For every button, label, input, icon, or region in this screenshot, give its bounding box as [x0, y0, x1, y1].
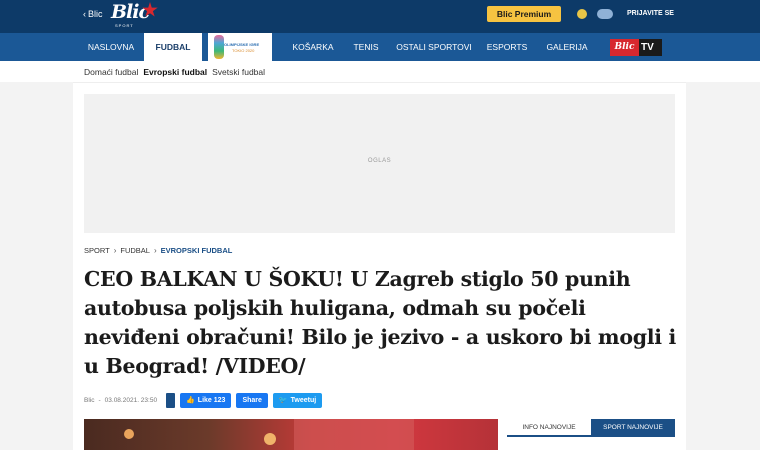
breadcrumb-evropski-fudbal[interactable]: EVROPSKI FUDBAL	[161, 246, 233, 255]
subnav-item-evropski[interactable]: Evropski fudbal	[143, 67, 207, 77]
article-meta: Blic - 03.08.2021. 23:50 👍 Like 123 Shar…	[84, 392, 323, 408]
blic-tv-logo: Blic	[610, 39, 639, 56]
share-label: Share	[242, 396, 262, 404]
article-date: 03.08.2021. 23:50	[104, 396, 158, 404]
nav-item-ostali-sportovi[interactable]: OSTALI SPORTOVI	[392, 33, 476, 61]
image-smoke	[294, 419, 414, 450]
article-author: Blic	[84, 396, 95, 404]
image-light	[124, 429, 134, 439]
sun-icon	[577, 9, 587, 19]
cloud-icon	[597, 9, 613, 19]
tab-info-najnovije[interactable]: INFO NAJNOVIJE	[507, 419, 591, 437]
article-main-image[interactable]	[84, 419, 498, 450]
logo-subtitle: SPORT	[115, 23, 134, 28]
tv-label: TV	[641, 42, 654, 53]
blic-tv-link[interactable]: Blic TV	[610, 39, 662, 56]
nav-item-tenis[interactable]: TENIS	[345, 33, 387, 61]
tweet-button[interactable]: 🐦 Tweetuj	[272, 392, 323, 408]
olympics-emblem-icon	[214, 35, 224, 59]
facebook-share-button[interactable]: Share	[236, 392, 268, 408]
image-light	[264, 433, 276, 445]
top-bar: ‹ Blic Blic SPORT Blic Premium PRIJAVITE…	[0, 0, 760, 33]
nav-item-naslovna[interactable]: NASLOVNA	[78, 33, 144, 61]
premium-button[interactable]: Blic Premium	[487, 6, 561, 22]
ad-label: OGLAS	[367, 158, 392, 164]
chevron-right-icon: ›	[153, 246, 157, 255]
sub-nav: Domaći fudbal Evropski fudbal Svetski fu…	[84, 67, 265, 77]
nav-item-galerija[interactable]: GALERIJA	[538, 33, 596, 61]
tab-sport-najnovije[interactable]: SPORT NAJNOVIJE	[591, 419, 675, 437]
blic-sport-logo[interactable]: Blic SPORT	[111, 0, 158, 30]
chevron-right-icon: ›	[113, 246, 117, 255]
ad-slot[interactable]: OGLAS	[84, 94, 675, 233]
subnav-item-domaci[interactable]: Domaći fudbal	[84, 67, 138, 77]
breadcrumb: SPORT › FUDBAL › EVROPSKI FUDBAL	[84, 246, 232, 255]
breadcrumb-fudbal[interactable]: FUDBAL	[120, 246, 150, 255]
nav-item-fudbal[interactable]: FUDBAL	[144, 33, 202, 61]
tweet-label: Tweetuj	[290, 396, 317, 404]
latest-news-tabs: INFO NAJNOVIJE SPORT NAJNOVIJE	[507, 419, 675, 437]
thumbs-up-icon: 👍	[186, 397, 195, 404]
logo-text: Blic	[111, 1, 150, 23]
weather-widget[interactable]	[577, 7, 615, 21]
separator-dot: -	[98, 396, 101, 404]
back-link[interactable]: ‹ Blic	[83, 9, 103, 19]
bookmark-icon[interactable]	[166, 392, 176, 408]
chevron-left-icon: ‹	[83, 9, 86, 19]
breadcrumb-sport[interactable]: SPORT	[84, 246, 110, 255]
olympics-subtitle: TOKIO 2020	[232, 48, 255, 53]
olympics-title: OLIMPIJSKE IGRE	[224, 42, 260, 47]
olympics-banner[interactable]: OLIMPIJSKE IGRE TOKIO 2020	[208, 33, 272, 61]
twitter-bird-icon: 🐦	[278, 397, 288, 404]
like-label: Like 123	[197, 396, 226, 404]
subnav-item-svetski[interactable]: Svetski fudbal	[212, 67, 265, 77]
login-link[interactable]: PRIJAVITE SE	[627, 10, 674, 17]
nav-item-esports[interactable]: ESPORTS	[480, 33, 534, 61]
back-label: Blic	[88, 9, 103, 19]
nav-item-kosarka[interactable]: KOŠARKA	[284, 33, 342, 61]
facebook-like-button[interactable]: 👍 Like 123	[180, 392, 232, 408]
article-title: CEO BALKAN U ŠOKU! U Zagreb stiglo 50 pu…	[84, 267, 677, 378]
